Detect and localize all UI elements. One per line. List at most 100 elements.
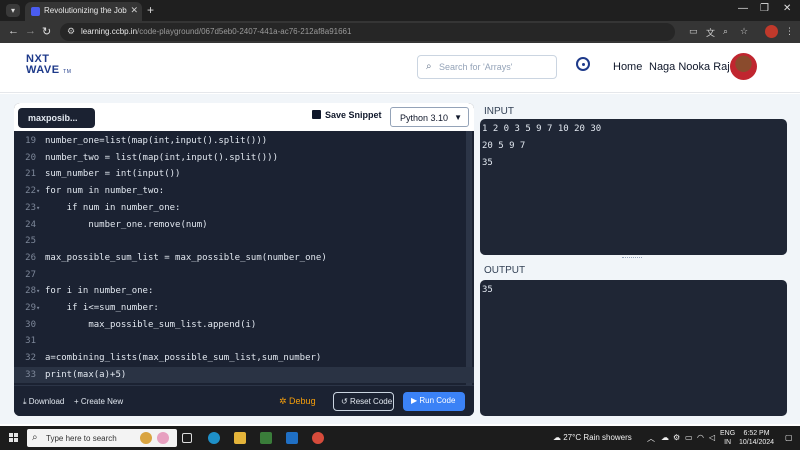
- input-label: INPUT: [484, 106, 514, 117]
- search-icon: ⌕: [426, 61, 432, 72]
- code-text: number_one=list(map(int,input().split())…: [45, 136, 268, 146]
- language-indicator[interactable]: ENG IN: [720, 429, 735, 447]
- notifications-icon[interactable]: ▢: [785, 433, 793, 442]
- line-number: 20: [25, 152, 36, 163]
- line-number: 23: [25, 202, 36, 213]
- line-number: 24: [25, 219, 36, 230]
- download-button[interactable]: ⤓ Download: [23, 397, 64, 407]
- reload-icon[interactable]: ↻: [42, 25, 51, 38]
- store-icon[interactable]: [260, 432, 272, 444]
- code-text: for i in number_one:: [45, 286, 154, 297]
- tab-close-icon[interactable]: ✕: [130, 5, 138, 16]
- code-line[interactable]: 19 number_one=list(map(int,input().split(…: [14, 133, 474, 149]
- fold-toggle-icon[interactable]: ▾: [36, 283, 40, 299]
- editor-footer: ⤓ Download + Create New ✲ Debug ↺ Reset …: [14, 385, 474, 416]
- battery-icon[interactable]: ▭: [685, 433, 693, 442]
- chevron-down-icon: ▼: [454, 113, 462, 122]
- browser-tab[interactable]: Revolutionizing the Job Market ✕: [25, 2, 142, 21]
- url-path: /code-playground/067d5eb0-2407-441a-ac76…: [137, 27, 352, 36]
- code-line[interactable]: 28 ▾ for i in number_one:: [14, 283, 474, 299]
- reset-code-button[interactable]: ↺ Reset Code: [333, 392, 394, 411]
- code-line[interactable]: 22 ▾ for num in number_two:: [14, 183, 474, 199]
- cupcake-icon[interactable]: [157, 432, 169, 444]
- windows-start-icon[interactable]: [9, 433, 19, 443]
- minimize-icon[interactable]: —: [738, 3, 748, 14]
- zoom-icon[interactable]: ⌕: [723, 26, 728, 37]
- create-new-label: Create New: [80, 397, 124, 406]
- nxtwave-logo[interactable]: NXT WAVE TM: [26, 54, 71, 78]
- window-close-icon[interactable]: ✕: [783, 3, 791, 14]
- edge-icon[interactable]: [208, 432, 220, 444]
- windows-taskbar: ⌕ Type here to search ☁ 27°C Rain shower…: [0, 426, 800, 450]
- create-new-button[interactable]: + Create New: [74, 397, 123, 406]
- code-line[interactable]: 24 number_one.remove(num): [14, 217, 474, 233]
- search-placeholder: Search for 'Arrays': [439, 62, 513, 72]
- cloud-icon[interactable]: ☁: [661, 433, 669, 442]
- code-line[interactable]: 27: [14, 267, 474, 283]
- code-text: if num in number_one:: [45, 202, 181, 213]
- back-icon[interactable]: ←: [8, 25, 19, 37]
- url-field[interactable]: ⚙ learning.ccbp.in/code-playground/067d5…: [60, 23, 675, 41]
- input-textarea[interactable]: 1 2 0 3 5 9 7 10 20 30 20 5 9 7 35: [480, 119, 787, 255]
- settings-icon[interactable]: ⚙: [673, 433, 680, 442]
- code-line[interactable]: 32 a=combining_lists(max_possible_sum_lis…: [14, 350, 474, 366]
- user-name[interactable]: Naga Nooka Raju: [649, 61, 736, 73]
- site-info-icon[interactable]: ⚙: [67, 26, 75, 37]
- widget-icon[interactable]: [140, 432, 152, 444]
- code-line[interactable]: 31: [14, 333, 474, 349]
- tab-search-icon[interactable]: ▾: [6, 4, 20, 17]
- wifi-icon[interactable]: ◠: [697, 433, 704, 442]
- address-bar-row: ← → ↻ ⚙ learning.ccbp.in/code-playground…: [0, 21, 800, 43]
- input-line: 35: [482, 158, 493, 168]
- mail-icon[interactable]: [286, 432, 298, 444]
- nav-home-link[interactable]: Home: [613, 61, 642, 73]
- chevron-up-icon[interactable]: ︿: [647, 433, 655, 444]
- new-tab-icon[interactable]: +: [147, 3, 154, 17]
- browser-menu-icon[interactable]: ⋮: [785, 26, 794, 37]
- output-panel: 35: [480, 280, 787, 416]
- favicon-icon: [31, 7, 40, 16]
- line-number: 29: [25, 303, 36, 313]
- bookmark-star-icon[interactable]: ☆: [740, 26, 748, 37]
- code-line[interactable]: 29 ▾ if i<=sum_number:: [14, 300, 474, 316]
- search-input[interactable]: ⌕ Search for 'Arrays': [417, 55, 557, 79]
- cast-icon[interactable]: ▭: [689, 26, 698, 37]
- fold-toggle-icon[interactable]: ▾: [36, 200, 40, 216]
- translate-icon[interactable]: 文: [706, 26, 715, 39]
- avatar[interactable]: [730, 53, 757, 80]
- download-label: Download: [28, 397, 65, 406]
- task-view-icon[interactable]: [182, 433, 192, 443]
- output-line: 35: [482, 285, 493, 295]
- taskbar-search-input[interactable]: ⌕ Type here to search: [27, 429, 177, 447]
- fold-toggle-icon[interactable]: ▾: [36, 300, 40, 316]
- code-line[interactable]: 26 max_possible_sum_list = max_possible_s…: [14, 250, 474, 266]
- fold-toggle-icon[interactable]: ▾: [36, 183, 40, 199]
- code-line[interactable]: 30 max_possible_sum_list.append(i): [14, 317, 474, 333]
- chrome-icon[interactable]: [312, 432, 324, 444]
- code-line[interactable]: 23 ▾ if num in number_one:: [14, 200, 474, 216]
- weather-widget[interactable]: ☁ 27°C Rain showers: [553, 433, 632, 442]
- code-line[interactable]: 20 number_two = list(map(int,input().spli…: [14, 150, 474, 166]
- code-text: sum_number = int(input()): [45, 169, 181, 180]
- line-number: 21: [25, 169, 36, 180]
- timer-icon[interactable]: [576, 57, 590, 71]
- save-snippet-button[interactable]: Save Snippet: [312, 110, 382, 120]
- clock[interactable]: 6:52 PM 10/14/2024: [739, 429, 774, 447]
- maximize-icon[interactable]: ❐: [760, 3, 769, 14]
- save-snippet-label: Save Snippet: [325, 110, 382, 120]
- run-code-button[interactable]: ▶ Run Code: [403, 392, 465, 411]
- forward-icon[interactable]: →: [25, 25, 36, 37]
- code-line[interactable]: 21 sum_number = int(input()): [14, 166, 474, 182]
- volume-icon[interactable]: ◁: [709, 433, 715, 442]
- line-number: 25: [25, 236, 36, 247]
- code-area[interactable]: 19 number_one=list(map(int,input().split(…: [14, 131, 474, 385]
- logo-tm: TM: [63, 69, 72, 75]
- resize-handle[interactable]: [622, 257, 642, 259]
- code-line[interactable]: 33 print(max(a)+5): [14, 366, 474, 383]
- language-select[interactable]: Python 3.10 ▼: [390, 107, 469, 127]
- debug-button[interactable]: ✲ Debug: [279, 396, 316, 407]
- profile-avatar-icon[interactable]: [765, 25, 778, 38]
- file-explorer-icon[interactable]: [234, 432, 246, 444]
- code-line[interactable]: 25: [14, 233, 474, 249]
- file-tab[interactable]: maxposib...: [18, 108, 95, 128]
